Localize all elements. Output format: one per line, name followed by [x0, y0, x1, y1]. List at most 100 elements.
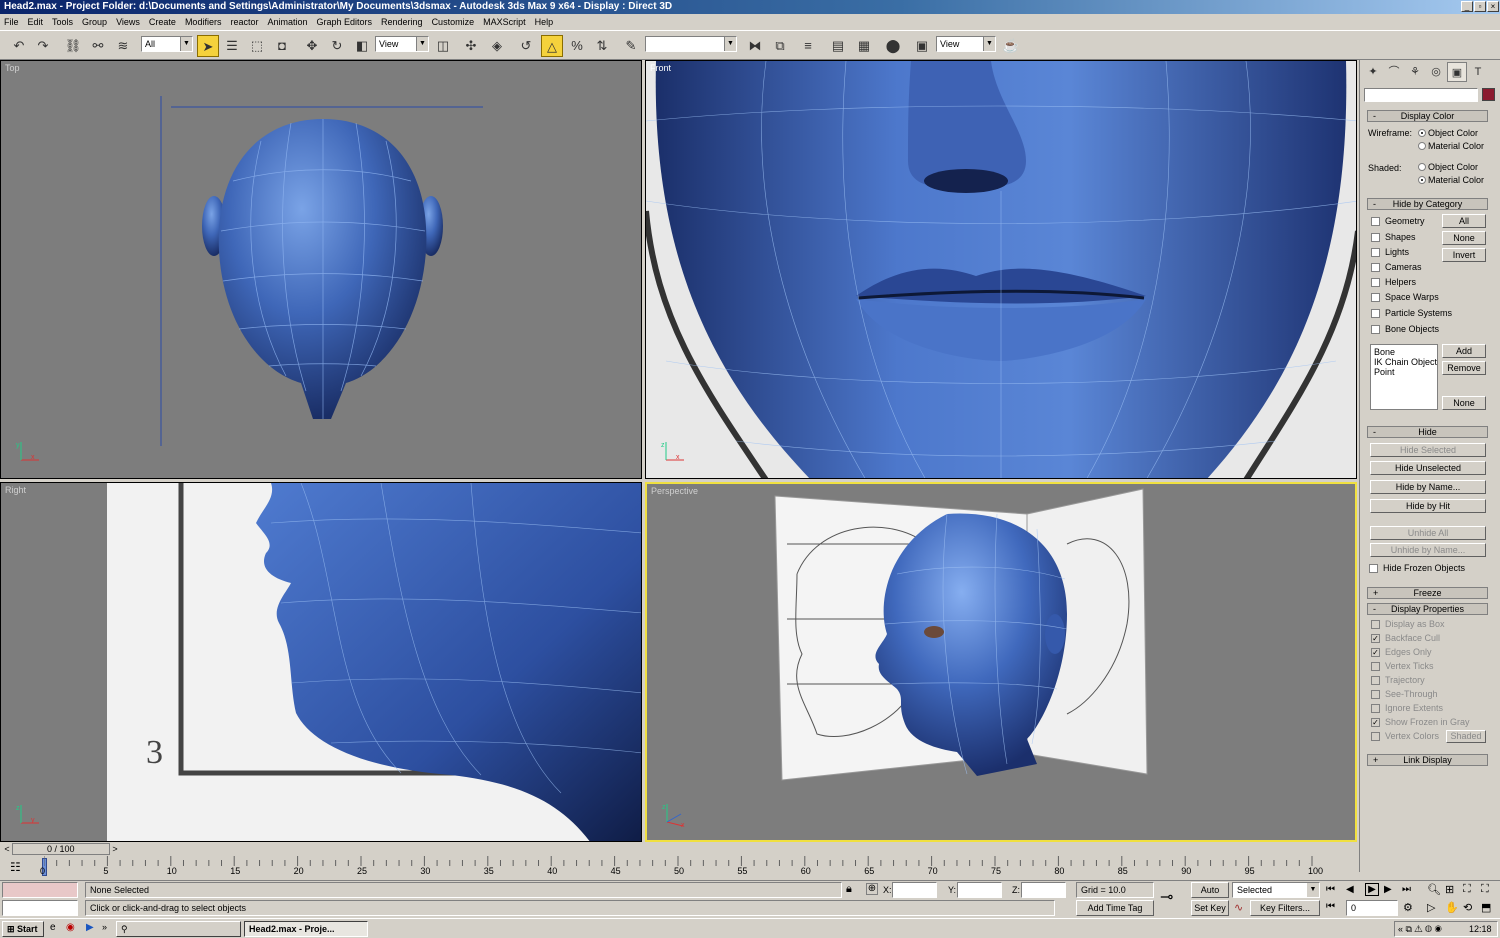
maxscript-listener-field[interactable]: [2, 882, 78, 898]
set-key-button[interactable]: Set Key: [1191, 900, 1229, 916]
angle-snap-icon[interactable]: △: [541, 35, 563, 57]
tray-icons[interactable]: « ⧉ ⚠ ◍ ◉: [1398, 924, 1442, 935]
hide-selected-button[interactable]: Hide Selected: [1370, 443, 1486, 457]
taskbar-blank-item[interactable]: ⚲: [116, 921, 241, 937]
helpers-checkbox[interactable]: [1371, 278, 1380, 287]
percent-snap-icon[interactable]: %: [566, 35, 588, 57]
x-coordinate-field[interactable]: [892, 882, 937, 898]
hide-frozen-checkbox[interactable]: [1369, 564, 1378, 573]
time-configuration-icon[interactable]: ⚙: [1403, 901, 1413, 914]
quick-render-icon[interactable]: ☕: [1000, 35, 1022, 57]
list-item[interactable]: Point: [1374, 367, 1395, 377]
viewport-right[interactable]: 3 Right yz: [0, 482, 642, 842]
vertex-ticks-checkbox[interactable]: [1371, 662, 1380, 671]
bone-objects-checkbox[interactable]: [1371, 325, 1380, 334]
go-to-start-icon[interactable]: ⏮: [1326, 884, 1335, 895]
viewport-label[interactable]: Front: [650, 63, 671, 73]
start-button[interactable]: ⊞ Start: [2, 921, 44, 937]
show-frozen-gray-checkbox[interactable]: ✓: [1371, 718, 1380, 727]
named-selection-sets-dropdown[interactable]: ▼: [645, 36, 737, 52]
viewport-label[interactable]: Right: [5, 485, 26, 495]
select-by-name-icon[interactable]: ☰: [221, 35, 243, 57]
viewport-front[interactable]: Front xz: [645, 60, 1357, 479]
menu-views[interactable]: Views: [116, 17, 140, 27]
mirror-icon[interactable]: ⧓: [744, 35, 766, 57]
go-to-end-icon[interactable]: ⏭: [1402, 884, 1411, 895]
cameras-checkbox[interactable]: [1371, 263, 1380, 272]
add-time-tag-button[interactable]: Add Time Tag: [1076, 900, 1154, 916]
field-of-view-icon[interactable]: ▷: [1427, 901, 1435, 914]
scale-icon[interactable]: ◧: [351, 35, 373, 57]
quicklaunch-ie-icon[interactable]: e: [50, 922, 56, 933]
render-scene-icon[interactable]: ▣: [911, 35, 933, 57]
menu-group[interactable]: Group: [82, 17, 107, 27]
next-frame-icon[interactable]: >: [110, 843, 120, 855]
zoom-all-icon[interactable]: ⊞: [1445, 883, 1454, 896]
particle-systems-checkbox[interactable]: [1371, 309, 1380, 318]
key-filters-button[interactable]: Key Filters...: [1250, 900, 1320, 916]
reference-coordinate-dropdown[interactable]: View ▼: [375, 36, 429, 52]
keyboard-shortcut-toggle-icon[interactable]: ◈: [486, 35, 508, 57]
menu-modifiers[interactable]: Modifiers: [185, 17, 222, 27]
material-editor-icon[interactable]: ⬤: [882, 35, 904, 57]
vertex-colors-shaded-button[interactable]: Shaded: [1446, 730, 1486, 743]
window-crossing-icon[interactable]: ◘: [271, 35, 293, 57]
render-type-dropdown[interactable]: View ▼: [936, 36, 996, 52]
play-icon[interactable]: ▶: [1365, 883, 1379, 896]
mini-curve-editor-icon[interactable]: ☷: [10, 860, 21, 874]
backface-cull-checkbox[interactable]: ✓: [1371, 634, 1380, 643]
maxscript-input-field[interactable]: [2, 900, 78, 916]
rollout-display-color[interactable]: - Display Color: [1367, 110, 1488, 122]
list-item[interactable]: IK Chain Object: [1374, 357, 1437, 367]
category-invert-button[interactable]: Invert: [1442, 248, 1486, 262]
space-warps-checkbox[interactable]: [1371, 293, 1380, 302]
rollout-hide[interactable]: - Hide: [1367, 426, 1488, 438]
utilities-tab-icon[interactable]: T: [1468, 62, 1488, 82]
taskbar-3dsmax-item[interactable]: Head2.max - Proje...: [244, 921, 368, 937]
bind-space-warp-icon[interactable]: ≋: [112, 35, 134, 57]
rotate-icon[interactable]: ↻: [326, 35, 348, 57]
menu-graph-editors[interactable]: Graph Editors: [317, 17, 373, 27]
create-tab-icon[interactable]: ✦: [1363, 62, 1383, 82]
select-manipulate-icon[interactable]: ✣: [460, 35, 482, 57]
curve-editor-icon[interactable]: ▤: [827, 35, 849, 57]
quicklaunch-media-icon[interactable]: ▶: [86, 922, 94, 933]
zoom-extents-all-icon[interactable]: ⛶: [1481, 883, 1489, 896]
select-and-link-icon[interactable]: ⛓: [62, 35, 84, 57]
trajectory-checkbox[interactable]: [1371, 676, 1380, 685]
selection-filter-dropdown[interactable]: All ▼: [141, 36, 193, 52]
menu-reactor[interactable]: reactor: [230, 17, 258, 27]
hierarchy-tab-icon[interactable]: ⚘: [1405, 62, 1425, 82]
key-mode-toggle-icon[interactable]: ⏮: [1326, 901, 1335, 912]
edit-named-selection-icon[interactable]: ✎: [620, 35, 642, 57]
absolute-mode-icon[interactable]: ⊕: [866, 883, 878, 895]
list-item[interactable]: Bone: [1374, 347, 1395, 357]
prev-frame-icon[interactable]: <: [2, 843, 12, 855]
edges-only-checkbox[interactable]: ✓: [1371, 648, 1380, 657]
y-coordinate-field[interactable]: [957, 882, 1002, 898]
key-tangent-icon[interactable]: ∿: [1234, 901, 1243, 914]
viewport-top[interactable]: Top xy: [0, 60, 642, 479]
ignore-extents-checkbox[interactable]: [1371, 704, 1380, 713]
lock-selection-icon[interactable]: 🔒︎: [846, 883, 852, 896]
object-color-swatch[interactable]: [1482, 88, 1495, 101]
z-coordinate-field[interactable]: [1021, 882, 1066, 898]
restore-button[interactable]: ▫: [1474, 1, 1486, 12]
menu-rendering[interactable]: Rendering: [381, 17, 423, 27]
object-name-field[interactable]: [1364, 88, 1478, 102]
vertex-colors-checkbox[interactable]: [1371, 732, 1380, 741]
layer-manager-icon[interactable]: ≡: [797, 35, 819, 57]
menu-create[interactable]: Create: [149, 17, 176, 27]
select-object-icon[interactable]: ➤: [197, 35, 219, 57]
rollout-display-properties[interactable]: - Display Properties: [1367, 603, 1488, 615]
close-button[interactable]: ×: [1487, 1, 1499, 12]
hide-by-hit-button[interactable]: Hide by Hit: [1370, 499, 1486, 513]
auto-key-button[interactable]: Auto Key: [1191, 882, 1229, 909]
viewport-perspective[interactable]: Perspective xz: [645, 482, 1357, 842]
wireframe-material-color-radio[interactable]: [1418, 142, 1426, 150]
category-none-button[interactable]: None: [1442, 231, 1486, 245]
rollout-link-display[interactable]: + Link Display: [1367, 754, 1488, 766]
zoom-extents-icon[interactable]: ⛶: [1463, 883, 1471, 896]
pivot-center-icon[interactable]: ◫: [432, 35, 454, 57]
lights-checkbox[interactable]: [1371, 248, 1380, 257]
